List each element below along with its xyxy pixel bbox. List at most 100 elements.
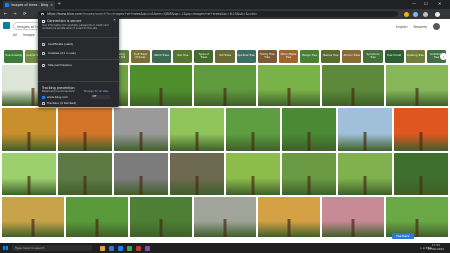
rewards-link[interactable]: Rewards [413, 25, 427, 29]
cookie-icon [42, 51, 45, 55]
tab-bar: images of trees - Bing images × + — ☐ ✕ [0, 0, 450, 9]
image-row [2, 108, 448, 151]
more-menu-icon[interactable] [435, 11, 440, 17]
image-result-green-tree-sky[interactable] [386, 197, 448, 237]
image-result-forest-trunks[interactable] [130, 197, 192, 237]
reload-button[interactable]: ⟳ [23, 11, 27, 16]
site-permissions-label: Site permissions [48, 63, 72, 67]
avatar[interactable] [433, 23, 440, 30]
tab-close-icon[interactable]: × [50, 3, 53, 7]
taskbar-search-input[interactable]: Type here to search [12, 245, 92, 251]
favorites-icon[interactable] [404, 11, 409, 17]
image-result-bw-grove[interactable] [114, 153, 168, 195]
certificate-item[interactable]: Certificate (valid) [42, 42, 73, 46]
image-result-small-green-tree[interactable] [170, 108, 224, 151]
bing-favicon-icon [42, 95, 45, 99]
image-result-green-leafy-tree[interactable] [66, 197, 128, 237]
popup-close-button[interactable]: ✕ [113, 18, 116, 22]
image-result-bare-branches[interactable] [194, 197, 256, 237]
image-result-willow-tree[interactable] [338, 153, 392, 195]
image-result-hand-holding-sapling[interactable] [2, 153, 56, 195]
image-result-sun-through-trees[interactable] [2, 197, 64, 237]
site-info-popup: Connection is secure ✕ Your information … [38, 15, 119, 107]
image-result-pink-sky-tree[interactable] [322, 197, 384, 237]
related-search-chip[interactable]: Quaking Tree [405, 50, 425, 63]
popup-description: Your information (for example, passwords… [42, 24, 109, 31]
image-row [2, 153, 448, 195]
lock-icon [42, 19, 45, 23]
image-result-golden-sunset-tree[interactable] [258, 197, 320, 237]
back-button[interactable]: ← [4, 11, 8, 16]
minimize-button[interactable]: — [412, 1, 416, 6]
related-search-chip[interactable]: Tree Forest [384, 50, 404, 63]
image-result-blue-sky-tree[interactable] [338, 108, 392, 151]
certificate-label: Certificate (valid) [48, 42, 74, 46]
tracker-icon [42, 101, 45, 105]
new-tab-button[interactable]: + [57, 1, 61, 7]
close-window-button[interactable]: ✕ [438, 1, 441, 6]
image-result-single-tree-meadow[interactable] [258, 65, 320, 106]
file-explorer-icon[interactable] [109, 245, 114, 251]
popup-divider [38, 37, 119, 38]
forward-button[interactable]: → [13, 11, 17, 16]
image-result-bare-tree-bw[interactable] [114, 108, 168, 151]
image-result-tall-green-trees[interactable] [282, 108, 336, 151]
tracking-site-select[interactable]: Off [91, 94, 110, 99]
task-view-icon[interactable] [100, 245, 105, 251]
maximize-button[interactable]: ☐ [424, 1, 428, 6]
chips-next-button[interactable]: › [440, 53, 447, 60]
related-search-chip[interactable]: Types of Trees [194, 50, 214, 63]
image-result-big-tree-lawn[interactable] [394, 153, 448, 195]
trackers-item[interactable]: Trackers (4 blocked) [42, 101, 76, 105]
related-search-chip[interactable]: Fruit Trees Pictures [130, 50, 150, 63]
image-result-green-field-tree[interactable] [226, 153, 280, 195]
feedback-button[interactable]: Feedback [392, 233, 414, 239]
related-search-chip[interactable]: Family Tree Free [257, 50, 277, 63]
popup-title-text: Connection is secure [47, 19, 82, 23]
cookies-item[interactable]: Cookies (21 in use) [42, 51, 76, 55]
related-search-chip[interactable]: Sycamore Tree [363, 50, 383, 63]
related-search-chip[interactable]: Tree Drawing [4, 50, 24, 63]
related-search-chip[interactable]: African Trees [342, 50, 362, 63]
image-result-forest-sunlight[interactable] [194, 65, 256, 106]
manage-tracking-link[interactable]: Manage for all sites [84, 90, 109, 93]
scope-tab-all[interactable]: All [13, 33, 17, 37]
windows-taskbar: Type here to search ∧ ⊡ ENG 17:53 27-06-… [0, 243, 450, 253]
taskbar-clock[interactable]: 17:53 27-06-2022 [428, 244, 444, 251]
image-result-twisted-roots[interactable] [170, 153, 224, 195]
edge-browser-icon[interactable] [118, 245, 123, 251]
image-row [2, 197, 448, 237]
related-search-chip[interactable]: Spiritual Tree [236, 50, 256, 63]
image-result-old-trunk-tree[interactable] [58, 153, 112, 195]
bing-logo-icon[interactable] [3, 22, 10, 29]
collections-icon[interactable] [413, 11, 418, 17]
tracking-prevention-level: Balanced (recommended) [42, 90, 75, 93]
image-result-green-path-trees[interactable] [226, 108, 280, 151]
related-search-chip[interactable]: Weird Trees [151, 50, 172, 63]
related-search-chip[interactable]: Names Tree [321, 50, 341, 63]
related-search-chip[interactable]: Other Maple Tree [278, 50, 298, 63]
profile-icon[interactable] [423, 11, 428, 17]
bing-header-right: English Rewards [396, 23, 440, 30]
app-icon[interactable] [145, 245, 150, 251]
popup-divider [38, 59, 119, 60]
related-search-chip[interactable]: Oak Tree [173, 50, 193, 63]
image-result-tree-grass[interactable] [386, 65, 448, 106]
related-search-chip[interactable]: Old Trees [215, 50, 235, 63]
image-result-autumn-orange-tree[interactable] [58, 108, 112, 151]
popup-divider [38, 81, 119, 82]
mail-icon[interactable] [136, 245, 141, 251]
image-result-silhouette-sunset[interactable] [2, 108, 56, 151]
scope-tab-images[interactable]: Images [23, 33, 35, 37]
language-selector[interactable]: English [396, 25, 408, 29]
browser-tab[interactable]: images of trees - Bing images × [3, 1, 55, 9]
related-search-chip[interactable]: Mango Tree [299, 50, 320, 63]
windows-start-icon[interactable] [3, 245, 8, 251]
site-permissions-item[interactable]: Site permissions [42, 63, 72, 67]
image-result-park-trees[interactable] [282, 153, 336, 195]
image-result-red-autumn-tree[interactable] [394, 108, 448, 151]
image-result-wide-oak[interactable] [322, 65, 384, 106]
tracking-site-row: www.bing.com [42, 95, 68, 99]
store-icon[interactable] [127, 245, 132, 251]
image-result-green-canopy[interactable] [130, 65, 192, 106]
